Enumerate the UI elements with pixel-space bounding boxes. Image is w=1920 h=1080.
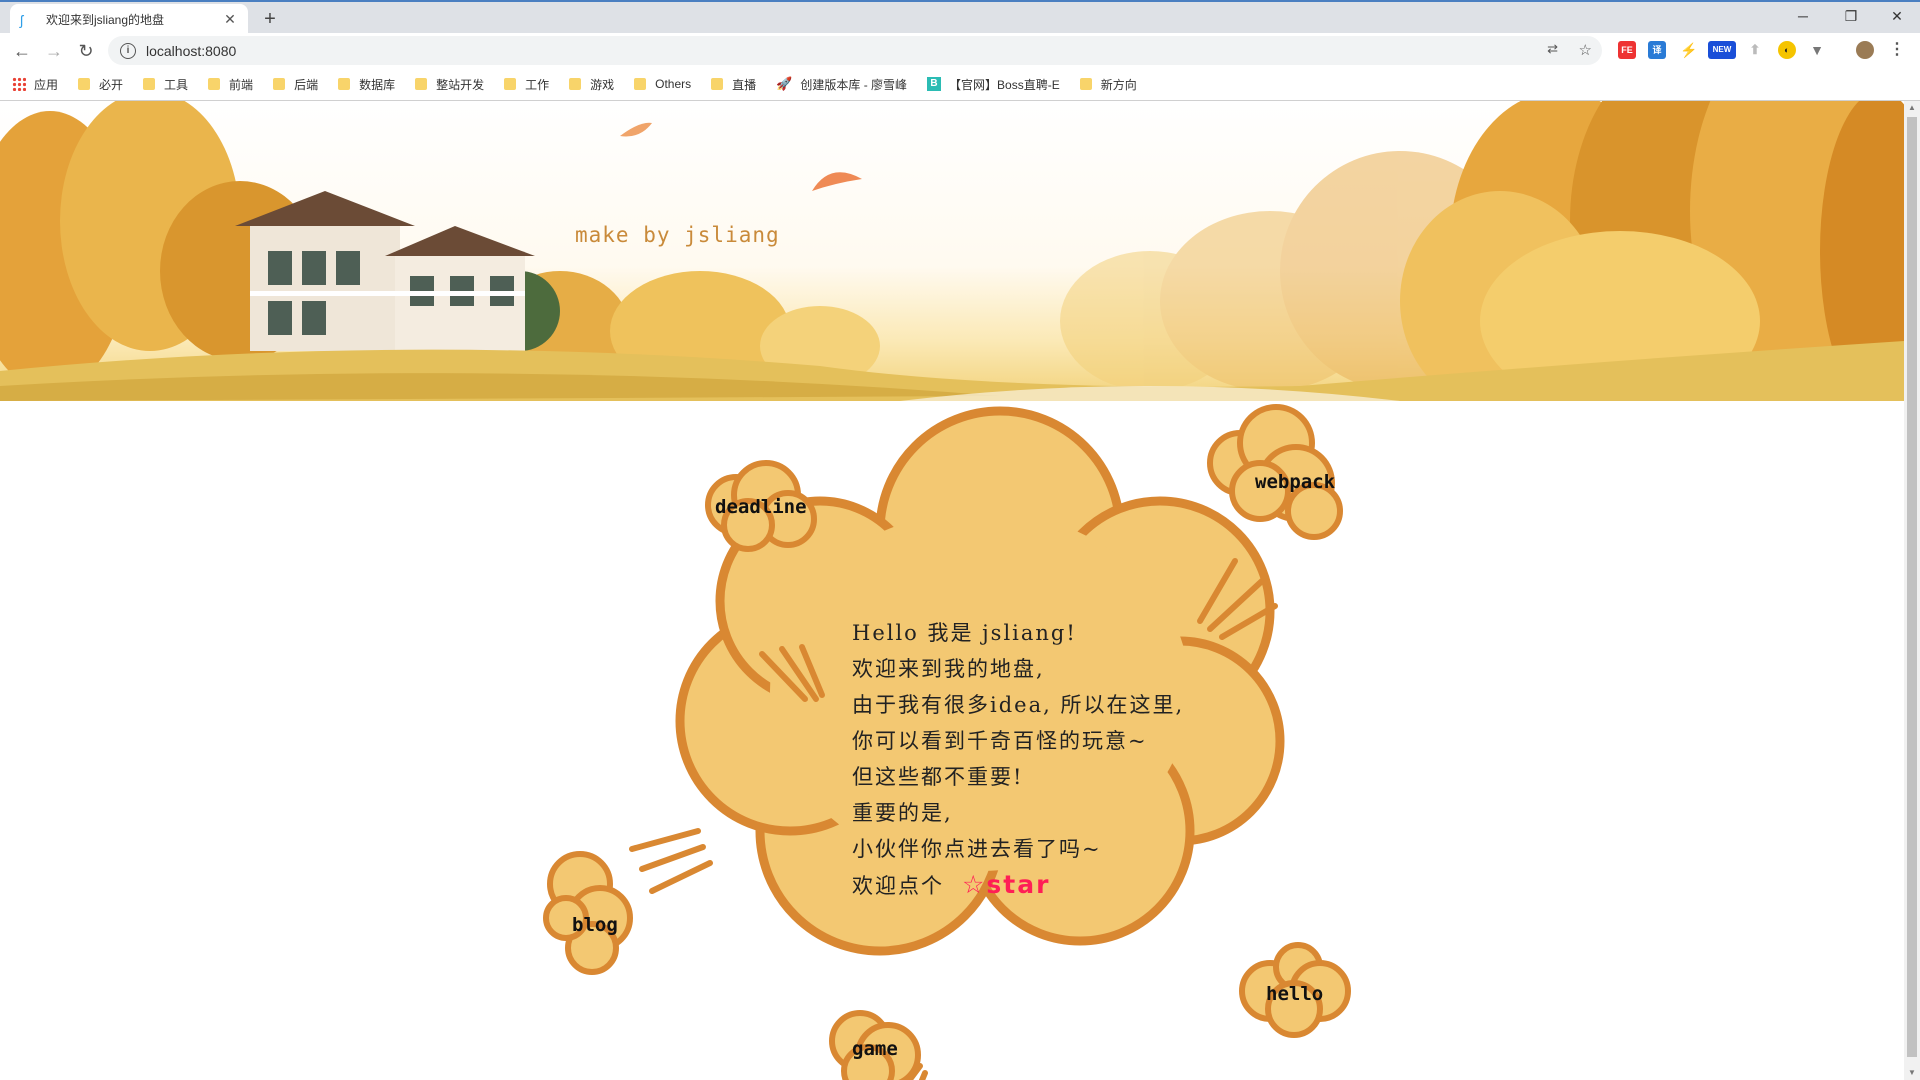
- bookmark-label: 游戏: [590, 77, 615, 92]
- folder-icon: [338, 78, 351, 90]
- game-link[interactable]: game: [852, 1038, 898, 1060]
- bookmark-label: 前端: [229, 77, 254, 92]
- bookmark-item[interactable]: 整站开发: [415, 76, 484, 93]
- folder-icon: [78, 78, 91, 90]
- bookmark-label: 数据库: [359, 77, 396, 92]
- forward-button[interactable]: →: [42, 39, 66, 63]
- bookmark-star-icon[interactable]: ☆: [1579, 41, 1592, 59]
- bookmark-item[interactable]: 必开: [78, 76, 123, 93]
- rocket-icon: 🚀: [776, 76, 793, 91]
- address-bar[interactable]: i localhost:8080 ☆ ⇄: [108, 36, 1602, 65]
- webpack-link[interactable]: webpack: [1255, 471, 1335, 493]
- bookmark-label: 新方向: [1100, 77, 1137, 92]
- star-prompt: 欢迎点个: [852, 874, 944, 898]
- message-line: 欢迎来到我的地盘,: [852, 657, 1045, 681]
- scroll-thumb[interactable]: [1907, 117, 1917, 1057]
- folder-icon: [569, 78, 582, 90]
- folder-icon: [273, 78, 286, 90]
- browser-tab[interactable]: ʃ 欢迎来到jsliang的地盘 ✕: [10, 4, 248, 35]
- scroll-down-icon[interactable]: ▼: [1904, 1066, 1920, 1080]
- bookmark-item[interactable]: 数据库: [338, 76, 395, 93]
- profile-avatar[interactable]: [1856, 41, 1874, 59]
- message-line: 小伙伴你点进去看了吗~: [852, 837, 1102, 861]
- bookmark-item[interactable]: 🚀 创建版本库 - 廖雪峰: [776, 76, 907, 93]
- site-info-icon[interactable]: i: [120, 42, 136, 59]
- bookmark-item[interactable]: B 【官网】Boss直聘-E: [927, 76, 1060, 93]
- menu-kebab-icon[interactable]: ⋮: [1888, 41, 1906, 59]
- folder-icon: [415, 78, 428, 90]
- restore-icon[interactable]: ❐: [1828, 2, 1874, 33]
- new-badge: NEW: [1712, 45, 1732, 54]
- message-line: 你可以看到千奇百怪的玩意~: [852, 729, 1148, 753]
- browser-chrome: ʃ 欢迎来到jsliang的地盘 ✕ + ─ ❐ ✕ ← → ↻ i local…: [0, 0, 1920, 101]
- minimize-icon[interactable]: ─: [1780, 2, 1826, 33]
- folder-icon: [1079, 78, 1092, 90]
- bookmark-label: 整站开发: [436, 77, 485, 92]
- folder-icon: [143, 78, 156, 90]
- cloud-graphics: [543, 404, 1351, 1080]
- blog-link[interactable]: blog: [572, 914, 618, 936]
- bookmark-label: 【官网】Boss直聘-E: [949, 77, 1060, 92]
- bookmark-label: 应用: [34, 77, 59, 92]
- bookmark-label: 直播: [732, 77, 757, 92]
- fe-extension-icon[interactable]: FE: [1618, 41, 1636, 59]
- vue-extension-icon[interactable]: ▼: [1808, 41, 1826, 59]
- folder-icon: [634, 78, 647, 90]
- grey-extension-icon[interactable]: ⬆: [1746, 41, 1764, 59]
- translate-extension-icon[interactable]: 译: [1648, 41, 1666, 59]
- blog-cloud-shape: [543, 851, 633, 975]
- back-button[interactable]: ←: [10, 39, 34, 63]
- folder-icon: [208, 78, 221, 90]
- apps-icon: [12, 77, 26, 91]
- bookmark-label: 工具: [164, 77, 189, 92]
- translate-badge: 译: [1652, 45, 1662, 55]
- fe-badge: FE: [1621, 45, 1633, 55]
- bookmark-item[interactable]: 应用: [12, 76, 58, 93]
- url-text: localhost:8080: [146, 42, 237, 59]
- page-viewport: make by jsliang Hello 我是 jsliang! 欢迎来到我的…: [0, 101, 1904, 1080]
- tab-title: 欢迎来到jsliang的地盘: [46, 13, 165, 27]
- bookmarks-bar: 应用 必开 工具 前端 后端 数据库 整站开发 工作 游戏 Others 直播 🚀 创建版本库 - 廖雪…: [0, 68, 1920, 101]
- bookmark-item[interactable]: 直播: [711, 76, 756, 93]
- folder-icon: [711, 78, 724, 90]
- boss-icon: B: [927, 77, 942, 91]
- reload-button[interactable]: ↻: [74, 39, 98, 63]
- bookmark-item[interactable]: 工具: [143, 76, 188, 93]
- close-icon[interactable]: ✕: [1874, 2, 1920, 33]
- browser-toolbar: ← → ↻ i localhost:8080 ☆ ⇄ FE 译 ⚡ NEW ⬆ …: [0, 33, 1920, 68]
- folder-icon: [504, 78, 517, 90]
- bookmark-item[interactable]: 后端: [273, 76, 318, 93]
- site-favicon-icon: ʃ: [20, 11, 24, 28]
- star-link[interactable]: ☆star: [962, 870, 1050, 899]
- bookmark-label: 工作: [525, 77, 550, 92]
- message-line: Hello 我是 jsliang!: [852, 621, 1077, 645]
- message-line: 由于我有很多idea, 所以在这里,: [852, 693, 1185, 717]
- translate-icon[interactable]: ⇄: [1547, 41, 1558, 57]
- tab-strip: ʃ 欢迎来到jsliang的地盘 ✕ + ─ ❐ ✕: [0, 0, 1920, 35]
- bookmark-label: 创建版本库 - 廖雪峰: [800, 77, 908, 92]
- welcome-message: Hello 我是 jsliang! 欢迎来到我的地盘, 由于我有很多idea, 所以…: [852, 615, 1312, 904]
- bookmark-label: 后端: [294, 77, 319, 92]
- scroll-up-icon[interactable]: ▲: [1904, 101, 1920, 115]
- deadline-link[interactable]: deadline: [715, 496, 807, 518]
- hello-link[interactable]: hello: [1266, 983, 1323, 1005]
- bookmark-label: 必开: [99, 77, 124, 92]
- bookmark-item[interactable]: 游戏: [569, 76, 614, 93]
- message-line: 重要的是,: [852, 801, 953, 825]
- new-tab-button[interactable]: +: [258, 8, 282, 32]
- vertical-scrollbar[interactable]: ▲ ▼: [1904, 101, 1920, 1080]
- bookmark-item[interactable]: 前端: [208, 76, 253, 93]
- message-line: 欢迎点个 ☆star: [852, 867, 1312, 904]
- message-line: 但这些都不重要!: [852, 765, 1024, 789]
- new-extension-icon[interactable]: NEW: [1708, 41, 1736, 59]
- bookmark-label: Others: [655, 77, 692, 91]
- moon-extension-icon[interactable]: ◐: [1778, 41, 1796, 59]
- bookmark-item[interactable]: 工作: [504, 76, 549, 93]
- bookmark-item[interactable]: 新方向: [1079, 76, 1137, 93]
- bookmark-item[interactable]: Others: [634, 77, 691, 91]
- tab-close-icon[interactable]: ✕: [222, 11, 238, 28]
- lightning-extension-icon[interactable]: ⚡: [1680, 41, 1698, 59]
